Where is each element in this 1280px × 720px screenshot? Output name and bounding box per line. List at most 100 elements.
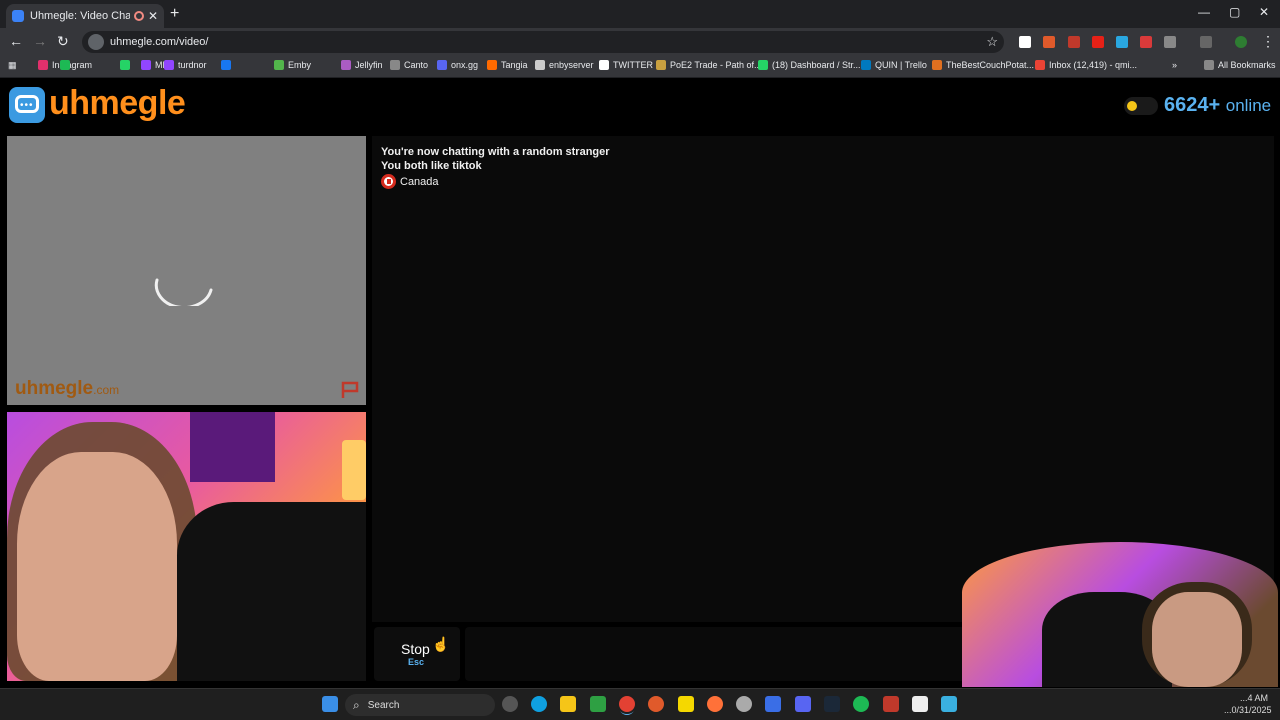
reload-icon[interactable]: ↻ (57, 33, 69, 50)
bookmark-favicon-icon (535, 60, 545, 70)
bookmark-item[interactable]: Jellyfin (341, 60, 383, 70)
self-preview-pip (962, 542, 1278, 687)
site-logo-text[interactable]: uhmegle (49, 84, 186, 123)
bookmark-label: Tangia (501, 60, 528, 70)
steam-icon[interactable] (824, 696, 840, 712)
address-toolbar: ← → ↻ uhmegle.com/video/ ☆ ⋮ (0, 28, 1280, 56)
bookmark-favicon-icon (861, 60, 871, 70)
bookmark-item[interactable] (120, 60, 134, 70)
bookmark-label: Jellyfin (355, 60, 383, 70)
bookmark-label: turdnor (178, 60, 207, 70)
extension-red-icon[interactable] (1068, 36, 1080, 48)
edge-icon[interactable] (531, 696, 547, 712)
bookmark-label: onx.gg (451, 60, 479, 70)
bookmark-star-icon[interactable]: ☆ (986, 34, 998, 50)
maximize-button[interactable]: ▢ (1229, 5, 1240, 19)
tab-title: Uhmegle: Video Chat | Random (30, 10, 130, 22)
bookmark-item[interactable]: turdnor (164, 60, 207, 70)
bookmark-favicon-icon (932, 60, 942, 70)
notepad-icon[interactable] (941, 696, 957, 712)
report-flag-icon[interactable] (340, 380, 360, 400)
bookmark-item[interactable]: enbyserver (535, 60, 594, 70)
back-arrow-icon[interactable]: ← (9, 33, 23, 49)
sticky-notes-icon[interactable] (678, 696, 694, 712)
bookmark-label: Canto (404, 60, 429, 70)
menu-kebab-icon[interactable]: ⋮ (1261, 33, 1275, 50)
taskbar-clock[interactable]: ...4 AM ...0/31/2025 (1224, 692, 1272, 716)
play-icon[interactable] (590, 696, 606, 712)
bookmark-label: enbyserver (549, 60, 594, 70)
firefox-icon[interactable] (707, 696, 723, 712)
bookmark-item[interactable] (60, 60, 74, 70)
spotify-icon[interactable] (853, 696, 869, 712)
extension-blue-icon[interactable] (1116, 36, 1128, 48)
profile-avatar-icon[interactable] (1235, 36, 1247, 48)
clock-time: ...4 AM (1239, 693, 1268, 703)
message-input[interactable] (465, 627, 965, 681)
search-label: Search (367, 699, 400, 711)
taskbar-app-icon[interactable] (648, 696, 664, 712)
extension-k-icon[interactable] (1019, 36, 1031, 48)
extension-translate-icon[interactable] (1140, 36, 1152, 48)
system-message: You both like tiktok (381, 160, 482, 172)
tab-close-icon[interactable]: ✕ (148, 9, 158, 23)
bookmark-item[interactable]: Canto (390, 60, 428, 70)
site-header (0, 78, 1280, 134)
address-bar[interactable]: uhmegle.com/video/ ☆ (82, 31, 1004, 53)
extension-fox-icon[interactable] (1043, 36, 1055, 48)
close-window-button[interactable]: ✕ (1259, 5, 1269, 19)
chrome-icon[interactable] (619, 696, 635, 712)
bookmark-favicon-icon (599, 60, 609, 70)
bookmark-item[interactable]: Inbox (12,419) - qmi... (1035, 60, 1137, 70)
minimize-button[interactable]: — (1198, 5, 1210, 19)
taskbar-app-icon[interactable] (736, 696, 752, 712)
bookmark-label: Emby (288, 60, 312, 70)
bookmark-item[interactable] (221, 60, 235, 70)
bookmark-item[interactable]: PoE2 Trade - Path of... (656, 60, 762, 70)
file-explorer-icon[interactable] (560, 696, 576, 712)
taskbar-app-icon[interactable] (912, 696, 928, 712)
extension-youtube-icon[interactable] (1092, 36, 1104, 48)
side-panel-icon[interactable] (1200, 36, 1212, 48)
apps-grid-icon[interactable]: ▦ (8, 60, 17, 71)
online-label: online (1225, 96, 1272, 115)
bookmark-favicon-icon (390, 60, 400, 70)
url-text[interactable]: uhmegle.com/video/ (110, 36, 208, 48)
forward-arrow-icon[interactable]: → (33, 33, 47, 49)
all-bookmarks-label: All Bookmarks (1218, 60, 1276, 70)
country-name: Canada (400, 175, 439, 188)
bookmark-favicon-icon (758, 60, 768, 70)
new-tab-button[interactable]: + (170, 5, 179, 23)
taskbar-app-icon[interactable] (883, 696, 899, 712)
site-info-icon[interactable] (88, 34, 104, 50)
bookmark-item[interactable]: QUIN | Trello (861, 60, 927, 70)
taskbar-app-icon[interactable] (502, 696, 518, 712)
all-bookmarks-folder[interactable]: All Bookmarks (1204, 60, 1276, 70)
taskbar-search[interactable]: ⌕ Search (345, 694, 495, 716)
bookmark-item[interactable]: onx.gg (437, 60, 478, 70)
bookmarks-bar: ▦ » All Bookmarks Instagram ME turdnor Emby… (0, 56, 1280, 78)
bookmark-label: PoE2 Trade - Path of... (670, 60, 762, 70)
uhmegle-logo-icon[interactable]: ••• (9, 87, 45, 123)
bookmark-item[interactable]: Tangia (487, 60, 528, 70)
bookmark-favicon-icon (141, 60, 151, 70)
bookmark-item[interactable]: (18) Dashboard / Str... (758, 60, 861, 70)
bookmark-item[interactable]: Emby (274, 60, 311, 70)
stop-label[interactable]: Stop (401, 641, 430, 657)
canada-flag-icon (381, 174, 396, 189)
extensions-puzzle-icon[interactable] (1164, 36, 1176, 48)
stop-key-hint: Esc (408, 657, 425, 667)
browser-tab[interactable]: Uhmegle: Video Chat | Random ✕ (6, 4, 164, 28)
bookmark-favicon-icon (274, 60, 284, 70)
watermark-text: uhmegle (15, 378, 94, 399)
taskbar-app-icon[interactable] (765, 696, 781, 712)
bookmark-favicon-icon (60, 60, 70, 70)
windows-start-icon[interactable] (322, 696, 338, 712)
bookmark-item[interactable]: TWITTER (599, 60, 653, 70)
browser-titlebar: Uhmegle: Video Chat | Random ✕ + — ▢ ✕ (0, 0, 1280, 28)
bookmark-item[interactable]: TheBestCouchPotat... (932, 60, 1034, 70)
discord-icon[interactable] (795, 696, 811, 712)
loading-spinner-icon (154, 278, 213, 306)
bookmarks-overflow-icon[interactable]: » (1172, 60, 1177, 70)
bookmark-label: Inbox (12,419) - qmi... (1049, 60, 1138, 70)
